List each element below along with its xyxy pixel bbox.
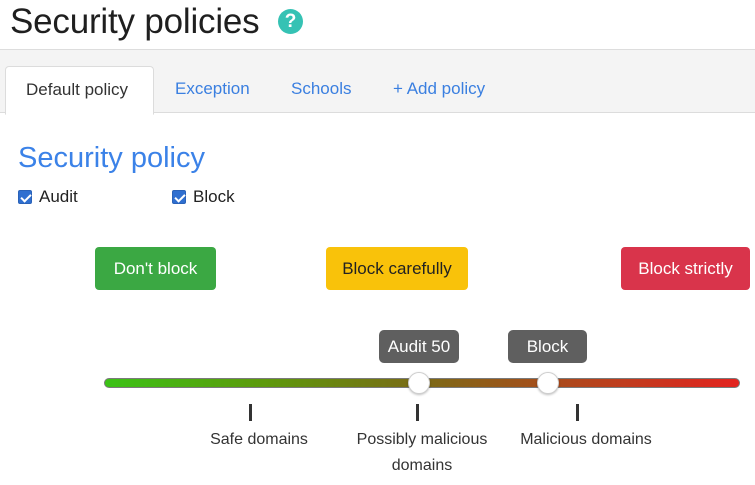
section-title: Security policy [18, 142, 205, 174]
audit-checkbox-group[interactable]: Audit [18, 187, 78, 207]
audit-slider-handle[interactable] [408, 372, 430, 394]
page-header: Security policies ? [0, 0, 755, 50]
policy-tabs: Default policy Exception Schools + Add p… [0, 49, 755, 115]
block-slider-handle[interactable] [537, 372, 559, 394]
block-checkbox-group[interactable]: Block [172, 187, 235, 207]
block-strictly-button[interactable]: Block strictly [621, 247, 750, 290]
tab-schools[interactable]: Schools [271, 66, 371, 114]
block-carefully-button[interactable]: Block carefully [326, 247, 468, 290]
block-value-tooltip: Block 70 [508, 330, 587, 389]
question-circle-icon[interactable]: ? [278, 9, 303, 34]
tick-malicious [576, 404, 579, 421]
audit-checkbox[interactable] [18, 190, 32, 204]
tab-add-policy[interactable]: + Add policy [373, 66, 505, 114]
tick-possibly-malicious [416, 404, 419, 421]
tab-exception[interactable]: Exception [155, 66, 270, 114]
possibly-malicious-label: Possibly malicious domains [356, 431, 488, 474]
block-checkbox-label[interactable]: Block [193, 187, 235, 207]
malicious-domains-label: Malicious domains [520, 431, 652, 448]
tick-safe-domains [249, 404, 252, 421]
audit-value-tooltip: Audit 50 [379, 330, 459, 363]
safe-domains-label: Safe domains [210, 431, 308, 448]
tab-default-policy[interactable]: Default policy [5, 66, 154, 115]
page-title: Security policies [10, 2, 260, 41]
block-checkbox[interactable] [172, 190, 186, 204]
audit-checkbox-label[interactable]: Audit [39, 187, 78, 207]
dont-block-button[interactable]: Don't block [95, 247, 216, 290]
